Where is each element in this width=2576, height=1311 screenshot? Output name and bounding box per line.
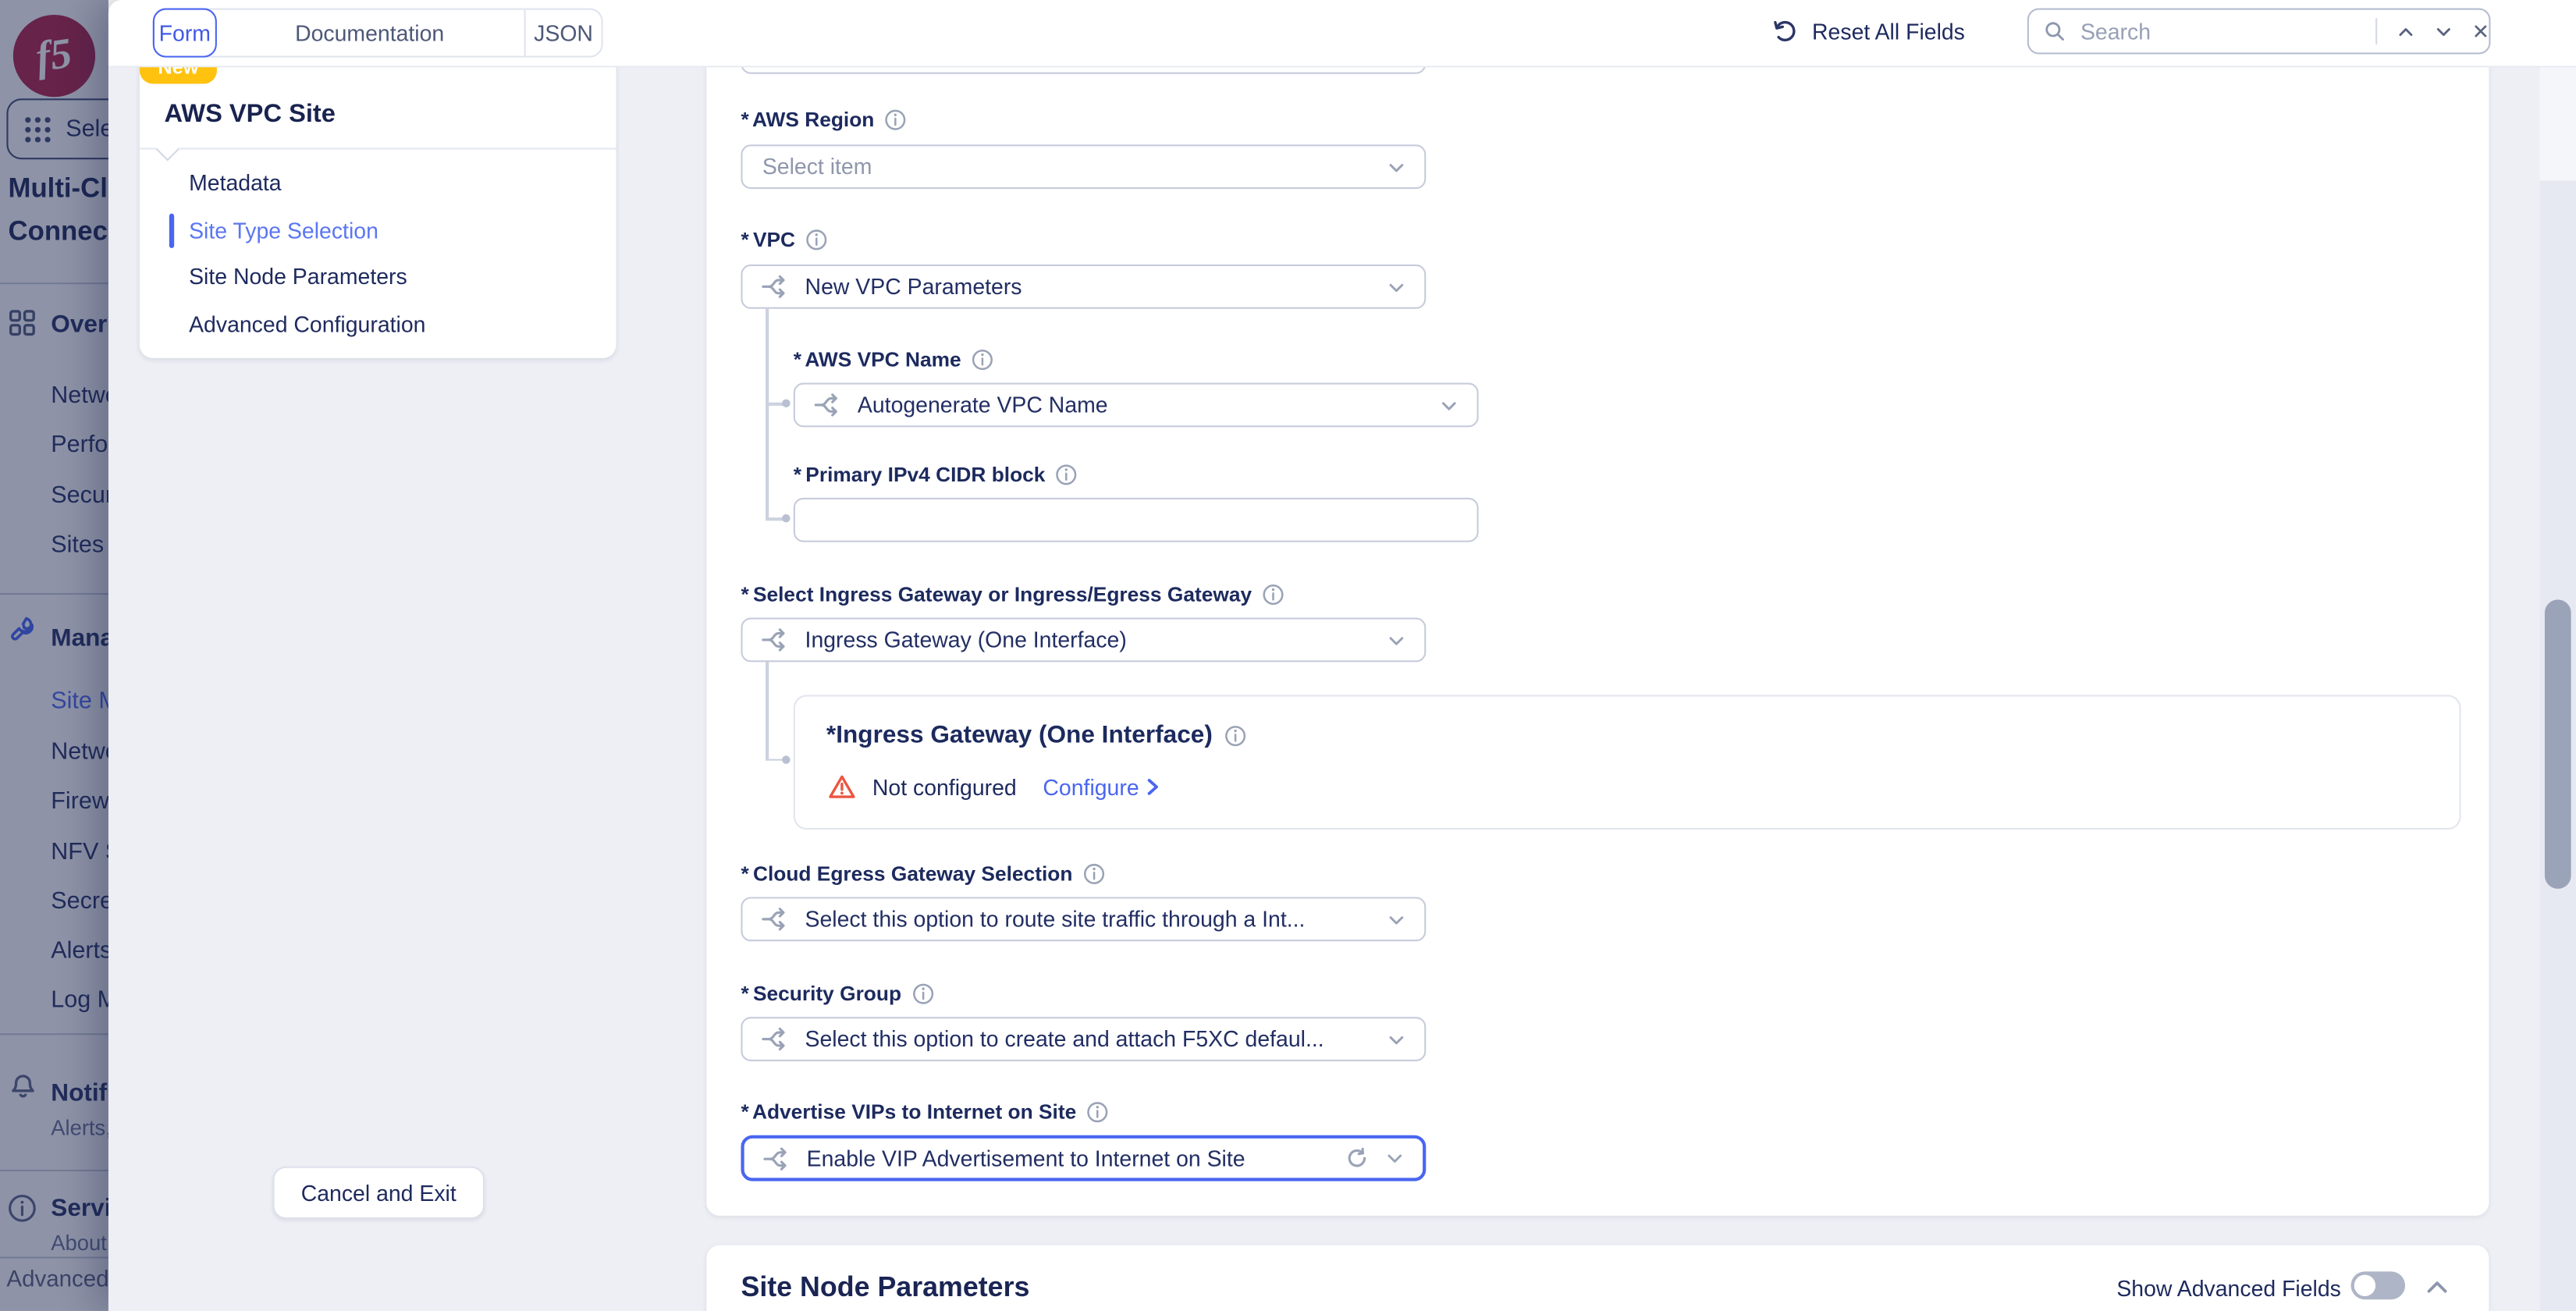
step-advanced-configuration[interactable]: Advanced Configuration	[189, 312, 425, 337]
ingress-status-text: Not configured	[872, 775, 1017, 800]
advertise-vips-value: Enable VIP Advertisement to Internet on …	[807, 1146, 1245, 1171]
tab-form[interactable]: Form	[155, 10, 215, 56]
modal-dim-overlay	[0, 0, 108, 1311]
search-close-icon[interactable]	[2472, 21, 2489, 41]
step-metadata[interactable]: Metadata	[189, 171, 282, 196]
info-icon[interactable]	[884, 108, 907, 131]
info-icon[interactable]	[911, 982, 934, 1005]
toggle-knob	[2354, 1275, 2375, 1296]
gateway-choice-label: * Select Ingress Gateway or Ingress/Egre…	[741, 583, 1284, 606]
security-group-select[interactable]: Select this option to create and attach …	[741, 1017, 1426, 1061]
wizard-divider-notch	[156, 138, 179, 162]
site-node-parameters-card: Site Node Parameters Show Advanced Field…	[706, 1245, 2489, 1311]
cancel-and-exit-button[interactable]: Cancel and Exit	[272, 1167, 485, 1219]
nest-connector-line	[766, 403, 783, 405]
info-icon[interactable]	[1055, 464, 1078, 486]
nest-connector-line	[766, 309, 768, 519]
scrollbar-track[interactable]	[2540, 66, 2576, 1311]
chevron-down-icon	[1387, 157, 1406, 176]
configure-link[interactable]: Configure	[1043, 775, 1160, 800]
vpc-select[interactable]: New VPC Parameters	[741, 265, 1426, 309]
search-input[interactable]	[2077, 17, 2330, 45]
wizard-nav-card: New AWS VPC Site Metadata Site Type Sele…	[140, 30, 616, 358]
info-icon[interactable]	[1086, 1100, 1109, 1123]
oneof-branch-icon	[813, 391, 841, 419]
info-icon[interactable]	[1224, 723, 1247, 746]
oneof-branch-icon	[761, 905, 789, 933]
modal-header: Form Documentation JSON Reset All Fields	[108, 0, 2576, 67]
wizard-title: AWS VPC Site	[165, 100, 336, 130]
oneof-branch-icon	[761, 1025, 789, 1053]
nest-connector-dot	[782, 514, 791, 523]
aws-vpc-name-select[interactable]: Autogenerate VPC Name	[794, 383, 1479, 428]
vpc-value: New VPC Parameters	[805, 275, 1022, 300]
aws-vpc-name-value: Autogenerate VPC Name	[858, 393, 1108, 417]
primary-cidr-label: * Primary IPv4 CIDR block	[794, 464, 1078, 486]
aws-region-placeholder: Select item	[762, 155, 872, 179]
info-icon[interactable]	[971, 348, 993, 371]
nest-connector-dot	[782, 755, 791, 764]
ingress-card-title: *Ingress Gateway (One Interface)	[826, 721, 1247, 749]
show-advanced-fields-label: Show Advanced Fields	[2116, 1277, 2341, 1302]
ingress-gateway-card: *Ingress Gateway (One Interface) Not con…	[794, 695, 2461, 830]
chevron-down-icon	[1385, 1149, 1405, 1168]
security-group-value: Select this option to create and attach …	[805, 1027, 1324, 1052]
info-icon[interactable]	[1082, 862, 1105, 885]
step-site-type-selection[interactable]: Site Type Selection	[189, 218, 378, 243]
chevron-down-icon	[1387, 630, 1406, 649]
scrollbar-thumb[interactable]	[2545, 599, 2571, 889]
collapse-section-chevron-up-icon[interactable]	[2425, 1278, 2450, 1296]
wizard-divider	[140, 147, 616, 149]
chevron-down-icon	[1387, 1029, 1406, 1049]
chevron-down-icon	[1387, 909, 1406, 929]
form-card: * AWS Region Select item * VPC New VPC P…	[706, 33, 2489, 1216]
view-mode-tabs: Form Documentation JSON	[153, 9, 603, 58]
tab-json[interactable]: JSON	[526, 10, 602, 56]
gateway-choice-select[interactable]: Ingress Gateway (One Interface)	[741, 618, 1426, 663]
cloud-egress-label: * Cloud Egress Gateway Selection	[741, 862, 1105, 885]
nest-connector-dot	[782, 400, 791, 408]
nest-connector-line	[766, 759, 783, 761]
chevron-down-icon	[1439, 395, 1459, 414]
advertise-vips-label: * Advertise VIPs to Internet on Site	[741, 1100, 1109, 1123]
vpc-label: * VPC	[741, 229, 828, 251]
nest-connector-line	[766, 662, 768, 760]
aws-region-select[interactable]: Select item	[741, 144, 1426, 189]
active-step-indicator	[169, 214, 174, 248]
aws-vpc-name-label: * AWS VPC Name	[794, 348, 994, 371]
advertise-vips-select[interactable]: Enable VIP Advertisement to Internet on …	[741, 1135, 1426, 1181]
oneof-branch-icon	[761, 272, 789, 300]
nest-connector-line	[766, 517, 783, 520]
search-prev-chevron-up-icon[interactable]	[2397, 20, 2415, 41]
aws-region-label: * AWS Region	[741, 108, 907, 131]
refresh-icon[interactable]	[1345, 1146, 1368, 1169]
undo-icon	[1771, 16, 1800, 46]
warning-triangle-icon	[828, 774, 856, 801]
search-next-chevron-down-icon[interactable]	[2435, 20, 2453, 41]
oneof-branch-icon	[761, 626, 789, 654]
step-site-node-parameters[interactable]: Site Node Parameters	[189, 265, 407, 290]
oneof-branch-icon	[762, 1144, 791, 1172]
show-advanced-fields-toggle[interactable]	[2351, 1271, 2405, 1299]
search-icon	[2044, 18, 2066, 44]
chevron-down-icon	[1387, 277, 1406, 297]
chevron-right-icon	[1146, 777, 1160, 797]
cloud-egress-select[interactable]: Select this option to route site traffic…	[741, 897, 1426, 941]
gateway-choice-value: Ingress Gateway (One Interface)	[805, 627, 1127, 652]
cloud-egress-value: Select this option to route site traffic…	[805, 907, 1306, 932]
reset-all-fields-button[interactable]: Reset All Fields	[1771, 16, 1965, 46]
info-icon[interactable]	[1262, 583, 1284, 606]
info-icon[interactable]	[805, 229, 828, 251]
tab-documentation[interactable]: Documentation	[215, 10, 526, 56]
search-box	[2027, 9, 2491, 55]
primary-cidr-input[interactable]	[794, 498, 1479, 542]
search-divider	[2376, 18, 2378, 44]
app-viewport: f5 Selec Multi-Cl Connec Over Netwo Perf…	[0, 0, 2576, 1311]
reset-all-fields-label: Reset All Fields	[1812, 19, 1965, 44]
security-group-label: * Security Group	[741, 982, 934, 1005]
site-wizard-modal: Form Documentation JSON Reset All Fields	[108, 0, 2576, 1311]
section-title: Site Node Parameters	[741, 1271, 1029, 1304]
